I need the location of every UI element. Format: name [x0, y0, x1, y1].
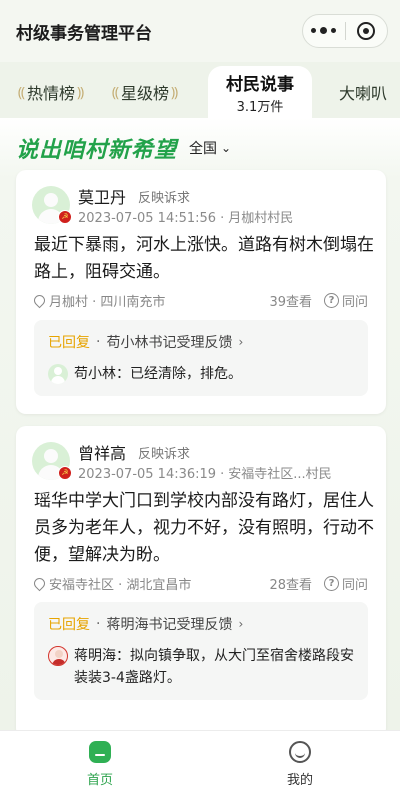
- reply-avatar: [48, 364, 68, 384]
- laurel-right-icon: ⸩: [77, 84, 85, 101]
- view-count: 39查看: [269, 295, 312, 310]
- post-type: 反映诉求: [138, 190, 191, 206]
- region-selector[interactable]: 全国 ⌄: [189, 138, 231, 158]
- reply-handler: 蒋明海书记受理反馈: [106, 617, 233, 633]
- same-question-label: 同问: [341, 578, 368, 593]
- tab-loudspeaker[interactable]: 大喇叭: [326, 66, 400, 118]
- post-content: 瑶华中学大门口到学校内部没有路灯，居住人员多为老年人，视力不好，没有照明，行动不…: [34, 491, 374, 565]
- reply-body: 苟小林：已经清除，排危。: [74, 363, 242, 385]
- same-question-label: 同问: [341, 295, 368, 310]
- post-card[interactable]: ☭ 曾祥高 反映诉求 2023-07-05 14:36:19 · 安福寺社区...村…: [16, 426, 386, 738]
- reply-status: 已回复: [48, 617, 90, 633]
- reply-box[interactable]: 已回复 · 苟小林书记受理反馈 › 苟小林：已经清除，排危。: [34, 320, 368, 396]
- post-meta: 2023-07-05 14:36:19 · 安福寺社区...村民: [78, 467, 332, 482]
- ranking-tabs: ⸨ 热情榜 ⸩ ⸨ 星级榜 ⸩ 村民说事 3.1万件 大喇叭: [0, 66, 400, 118]
- chevron-right-icon: ›: [238, 617, 244, 631]
- reply-handler: 苟小林书记受理反馈: [106, 335, 233, 351]
- top-bar: 村级事务管理平台: [0, 0, 400, 62]
- chevron-down-icon: ⌄: [221, 141, 232, 155]
- app-title: 村级事务管理平台: [16, 23, 152, 44]
- reply-body: 蒋明海：拟向镇争取，从大门至宿舍楼路段安装装3-4盏路灯。: [74, 645, 356, 689]
- tab-label: 星级榜: [120, 84, 169, 103]
- reply-author: 蒋明海：: [74, 648, 130, 664]
- post-type: 反映诉求: [138, 446, 191, 462]
- bottom-nav: 首页 我的: [0, 730, 400, 807]
- tab-label: 大喇叭: [338, 84, 387, 103]
- nav-label: 首页: [86, 773, 113, 788]
- smiley-icon: [289, 741, 311, 763]
- laurel-left-icon: ⸨: [111, 84, 119, 101]
- laurel-right-icon: ⸩: [171, 84, 179, 101]
- more-menu-button[interactable]: [303, 27, 345, 34]
- party-badge-icon: ☭: [58, 466, 72, 480]
- poster-village: 安福寺社区...村民: [228, 467, 332, 482]
- question-icon: ?: [323, 293, 339, 308]
- reply-header: 已回复 · 蒋明海书记受理反馈 ›: [48, 616, 244, 633]
- nav-home[interactable]: 首页: [60, 741, 140, 788]
- close-button[interactable]: [345, 22, 387, 40]
- view-count: 28查看: [269, 578, 312, 593]
- poster-name: 曾祥高: [78, 444, 127, 463]
- same-question-button[interactable]: ? 同问: [312, 574, 368, 593]
- mini-program-capsule: [302, 14, 388, 48]
- post-location: 安福寺社区 · 湖北宜昌市: [49, 578, 192, 593]
- poster-village: 月枷村村民: [228, 211, 294, 226]
- home-icon: [89, 741, 111, 763]
- reply-avatar: [48, 646, 68, 666]
- reply-box[interactable]: 已回复 · 蒋明海书记受理反馈 › 蒋明海：拟向镇争取，从大门至宿舍楼路段安装装…: [34, 602, 368, 700]
- location-pin-icon: [31, 575, 48, 592]
- post-meta: 2023-07-05 14:51:56 · 月枷村村民: [78, 211, 294, 226]
- content-panel: 说出咱村新希望 全国 ⌄ ☭ 莫卫丹 反映诉求 2023-07-05 14:51…: [0, 118, 400, 738]
- reply-header: 已回复 · 苟小林书记受理反馈 ›: [48, 334, 244, 351]
- post-time: 2023-07-05 14:36:19: [78, 467, 217, 482]
- chevron-right-icon: ›: [238, 335, 244, 349]
- post-info-row: 安福寺社区 · 湖北宜昌市 28查看 ? 同问: [31, 574, 368, 593]
- reply-text: 已经清除，排危。: [130, 366, 242, 382]
- tab-label: 热情榜: [26, 84, 75, 103]
- reply-author: 苟小林：: [74, 366, 130, 382]
- poster-name: 莫卫丹: [78, 188, 127, 207]
- question-icon: ?: [323, 576, 339, 591]
- nav-mine[interactable]: 我的: [260, 741, 340, 788]
- post-time: 2023-07-05 14:51:56: [78, 211, 217, 226]
- headline: 说出咱村新希望: [16, 138, 178, 163]
- location-pin-icon: [31, 292, 48, 309]
- same-question-button[interactable]: ? 同问: [312, 291, 368, 310]
- headline-row: 说出咱村新希望 全国 ⌄: [16, 132, 231, 164]
- close-target-icon: [357, 22, 376, 40]
- party-badge-icon: ☭: [58, 210, 72, 224]
- post-content: 最近下暴雨，河水上涨快。道路有树木倒塌在路上，阻碍交通。: [34, 235, 374, 282]
- reply-status: 已回复: [48, 335, 90, 351]
- nav-label: 我的: [286, 773, 313, 788]
- tab-hot-list[interactable]: ⸨ 热情榜 ⸩: [6, 66, 96, 118]
- post-info-row: 月枷村 · 四川南充市 39查看 ? 同问: [31, 291, 368, 310]
- laurel-left-icon: ⸨: [17, 84, 25, 101]
- post-location: 月枷村 · 四川南充市: [49, 295, 166, 310]
- tab-villager-talk[interactable]: 村民说事 3.1万件: [208, 66, 312, 118]
- region-label: 全国: [189, 141, 218, 157]
- tab-star-list[interactable]: ⸨ 星级榜 ⸩: [100, 66, 190, 118]
- tab-count: 3.1万件: [236, 99, 284, 115]
- post-card[interactable]: ☭ 莫卫丹 反映诉求 2023-07-05 14:51:56 · 月枷村村民 最近下…: [16, 170, 386, 414]
- tab-label: 村民说事: [226, 74, 294, 95]
